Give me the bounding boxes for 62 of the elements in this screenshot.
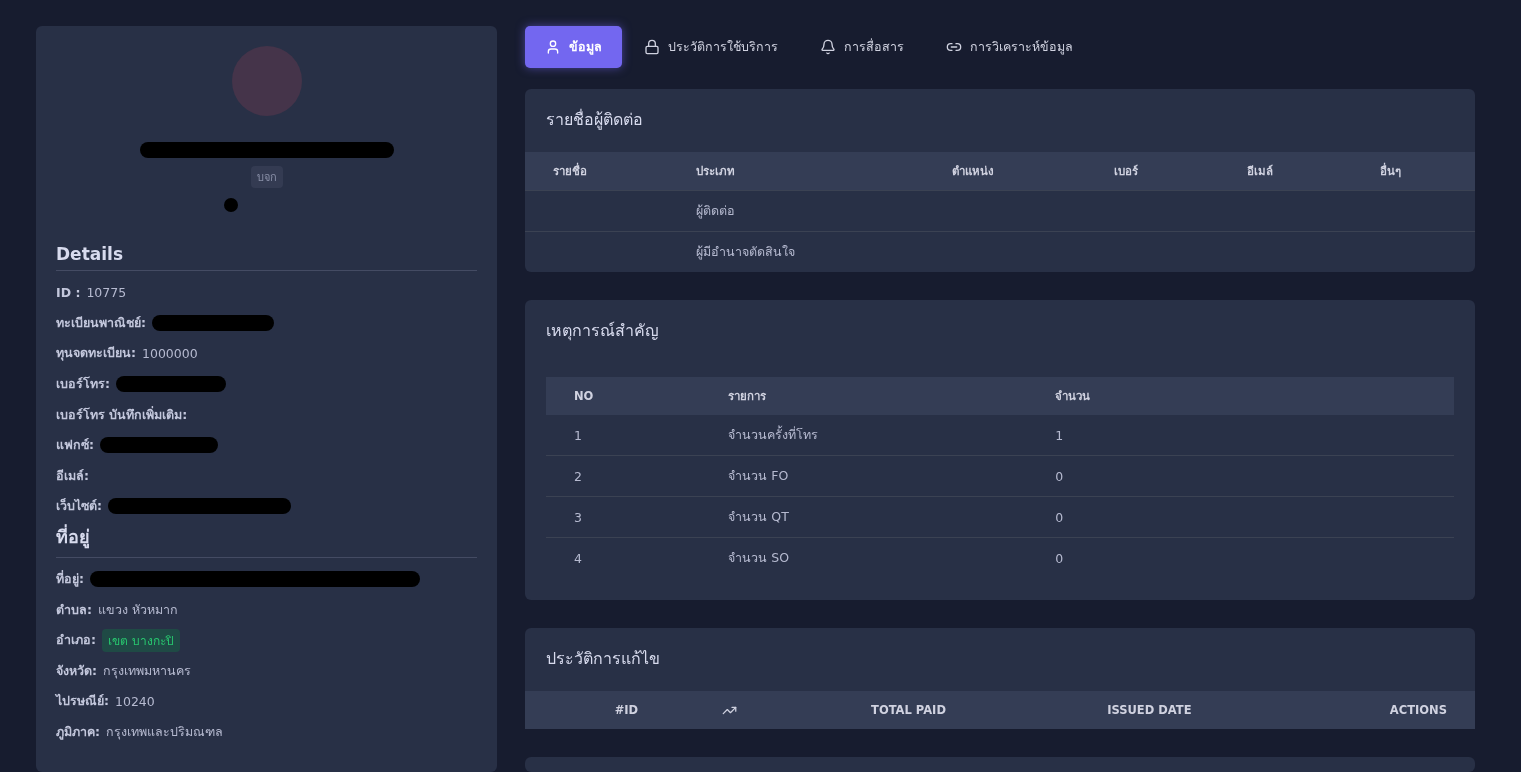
tab[interactable]: การสื่อสาร (800, 26, 924, 68)
table-cell: 3 (546, 496, 701, 538)
field-label: ที่อยู่: (56, 569, 84, 589)
field-label: ไปรษณีย์: (56, 692, 109, 711)
field-label: จังหวัด: (56, 661, 97, 680)
field-label: ภูมิภาค: (56, 723, 100, 742)
field-label: เว็บไซต์: (56, 497, 102, 516)
tab[interactable]: ประวัติการใช้บริการ (624, 26, 798, 68)
table-cell: ผู้มีอำนาจตัดสินใจ (667, 231, 924, 272)
column-header: รายการ (700, 377, 1028, 415)
table-cell: 0 (1027, 455, 1454, 497)
field-value: 10240 (115, 693, 155, 709)
column-header: ประเภท (667, 152, 924, 191)
table-cell: จำนวน SO (700, 537, 1028, 578)
field-label: ทุนจดทะเบียน: (56, 344, 136, 363)
company-type-badge: บจก (250, 166, 283, 188)
section-heading: ที่อยู่ (56, 521, 477, 558)
district-tag: เขต บางกะปิ (102, 628, 180, 652)
field-label: ทะเบียนพาณิชย์: (56, 313, 146, 332)
person-icon (545, 39, 561, 55)
tab[interactable]: ข้อมูล (525, 26, 622, 68)
card-title: ประวัติการแก้ไข (545, 648, 661, 670)
table-cell: 1 (1027, 415, 1454, 456)
lock-icon (644, 39, 660, 55)
table-cell: 0 (1027, 537, 1454, 578)
card-title: รายชื่อผู้ติดต่อ (545, 108, 644, 132)
column-header: #ID (525, 691, 667, 729)
field-label: อำเภอ: (56, 631, 96, 650)
table-cell: ผู้ติดต่อ (667, 190, 924, 232)
field-value: 10775 (86, 284, 127, 300)
field-label: ID : (56, 284, 81, 300)
field-label: อีเมล์: (56, 466, 89, 485)
column-header: อื่นๆ (1351, 152, 1475, 191)
table-cell: จำนวนครั้งที่โทร (700, 415, 1028, 456)
table-cell: 1 (546, 415, 701, 456)
field-label: ตำบล: (56, 600, 92, 619)
column-header: TOTAL PAID (792, 691, 1025, 729)
field-value: กรุงเทพและปริมณฑล (106, 723, 223, 742)
table-cell: จำนวน FO (700, 455, 1028, 497)
table-cell: 4 (546, 537, 701, 578)
column-header: อีเมล์ (1218, 152, 1352, 191)
redaction-dot (224, 198, 238, 212)
field-label: เบอร์โทร: (56, 375, 110, 394)
tab[interactable]: การวิเคราะห์ข้อมูล (926, 26, 1093, 68)
column-header: ACTIONS (1273, 691, 1475, 729)
card-title: เหตุการณ์สำคัญ (545, 320, 660, 343)
field-label: เบอร์โทร บันทึกเพิ่มเติม: (56, 405, 188, 424)
bell-icon (820, 39, 836, 55)
field-value: กรุงเทพมหานคร (103, 661, 191, 681)
column-header: รายชื่อ (525, 152, 668, 191)
field-label: แฟกซ์: (56, 436, 94, 455)
field-value: แขวง หัวหมาก (98, 600, 178, 619)
column-header: จำนวน (1027, 377, 1454, 415)
table-cell: 2 (546, 455, 701, 497)
field-value: 1000000 (142, 346, 198, 361)
column-header: NO (546, 377, 701, 415)
column-header: เบอร์ (1085, 152, 1219, 191)
column-header: ISSUED DATE (1024, 691, 1274, 729)
section-heading: Details (56, 244, 477, 271)
table-cell: 0 (1027, 496, 1454, 538)
column-header: ตำแหน่ง (924, 152, 1086, 191)
table-cell: จำนวน QT (700, 496, 1028, 538)
